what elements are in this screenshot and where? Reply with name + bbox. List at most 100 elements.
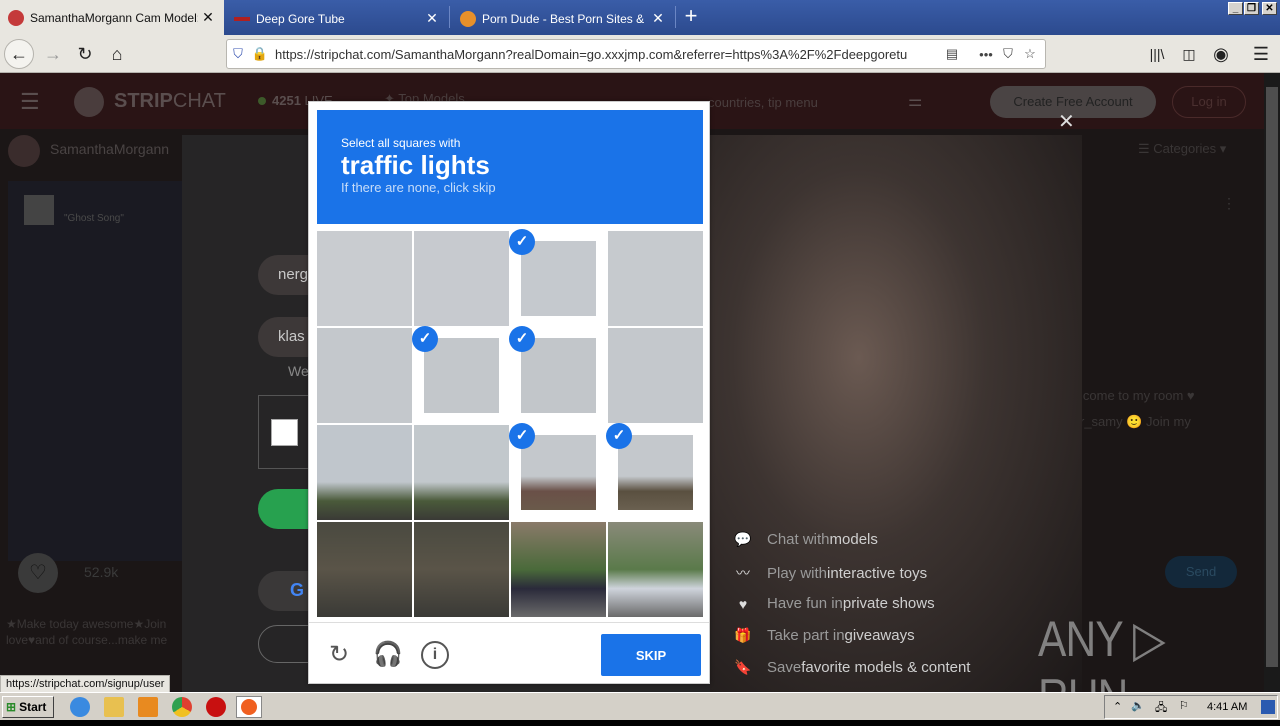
feature-item: 🎁 Take part in giveaways [734, 627, 915, 644]
audio-challenge-icon[interactable]: 🎧 [373, 641, 403, 669]
tab-deep-gore-tube[interactable]: Deep Gore Tube ✕ [226, 2, 448, 35]
close-tab-icon[interactable]: ✕ [648, 10, 668, 27]
explorer-icon[interactable] [104, 697, 124, 717]
captcha-tile[interactable] [317, 425, 412, 520]
recaptcha-challenge: Select all squares with traffic lights I… [308, 101, 710, 684]
reload-challenge-icon[interactable]: ↻ [325, 641, 353, 669]
gift-icon: 🎁 [734, 627, 752, 643]
taskbar: ⊞ Start ⌃ 🔈 🖧 ⚐ 4:41 AM [0, 692, 1280, 720]
ie-icon[interactable] [70, 697, 90, 717]
skip-button[interactable]: SKIP [601, 634, 701, 676]
reload-button[interactable]: ↻ [70, 39, 100, 69]
close-tab-icon[interactable]: ✕ [422, 10, 442, 27]
model-avatar[interactable] [8, 135, 40, 167]
bookmark-star-icon[interactable]: ☆ [1019, 46, 1041, 62]
captcha-tile[interactable] [511, 522, 606, 617]
scrollbar-thumb[interactable] [1266, 87, 1278, 667]
search-placeholder[interactable]: countries, tip menu [708, 95, 818, 110]
tab-stripchat[interactable]: SamanthaMorgann Cam Model: Fr ✕ [0, 0, 224, 35]
hamburger-menu-icon[interactable]: ☰ [20, 89, 40, 115]
more-options-icon[interactable]: ⋮ [1222, 195, 1236, 212]
status-bar-url: https://stripchat.com/signup/user [0, 675, 171, 693]
captcha-tile[interactable] [608, 522, 703, 617]
captcha-tile-image [317, 328, 412, 423]
back-button[interactable]: ← [4, 39, 34, 69]
video-player[interactable]: "Ghost Song" [8, 181, 182, 561]
site-logo[interactable]: STRIPCHAT [114, 90, 226, 113]
network-warning-icon[interactable]: 🖧 [1155, 699, 1167, 718]
windows-logo-icon: ⊞ [6, 700, 17, 714]
login-button[interactable]: Log in [1172, 86, 1246, 118]
show-hidden-icons[interactable]: ⌃ [1113, 700, 1122, 713]
recaptcha-checkbox[interactable] [271, 419, 298, 446]
media-player-icon[interactable] [138, 697, 158, 717]
like-heart-icon[interactable]: ♡ [18, 553, 58, 593]
pocket-icon[interactable]: ⛉ [997, 46, 1019, 62]
new-tab-button[interactable]: + [680, 4, 702, 30]
model-name[interactable]: SamanthaMorgann [50, 141, 169, 157]
captcha-image-grid: ✓ ✓ ✓ ✓ ✓ [317, 229, 703, 617]
captcha-tile[interactable] [317, 231, 412, 326]
close-window-button[interactable]: ✕ [1262, 2, 1277, 15]
captcha-tile[interactable]: ✓ [509, 326, 606, 423]
page-scrollbar[interactable] [1264, 73, 1280, 692]
captcha-tile-image [317, 231, 412, 326]
sidebar-icon: ◫ [1182, 45, 1196, 62]
captcha-tile[interactable] [414, 231, 509, 326]
start-button[interactable]: ⊞ Start [2, 696, 54, 718]
captcha-tile[interactable] [608, 328, 703, 423]
send-button[interactable]: Send [1165, 556, 1237, 588]
captcha-tile-image [317, 522, 412, 617]
menu-button[interactable]: ☰ [1246, 39, 1276, 69]
close-tab-icon[interactable]: ✕ [198, 9, 218, 26]
restore-button[interactable]: ❐ [1244, 2, 1259, 15]
clock[interactable]: 4:41 AM [1207, 701, 1247, 713]
album-art [24, 195, 54, 225]
reader-view-icon[interactable]: ▤ [941, 46, 963, 62]
library-icon: |||\ [1149, 46, 1165, 62]
captcha-tile[interactable] [414, 425, 509, 520]
captcha-tile[interactable]: ✓ [606, 423, 703, 520]
url-text[interactable]: https://stripchat.com/SamanthaMorgann?re… [271, 47, 941, 62]
captcha-tile[interactable] [317, 522, 412, 617]
volume-icon[interactable]: 🔈 [1131, 699, 1145, 712]
tab-porn-dude[interactable]: Porn Dude - Best Porn Sites & Free ✕ [452, 2, 674, 35]
info-icon[interactable]: i [421, 641, 449, 669]
captcha-tile-image [424, 338, 499, 413]
tab-title: SamanthaMorgann Cam Model: Fr [30, 10, 198, 25]
account-button[interactable]: ◉ [1206, 39, 1236, 69]
selected-check-icon: ✓ [509, 229, 535, 255]
captcha-tile[interactable]: ✓ [509, 423, 606, 520]
captcha-tile-image [511, 522, 606, 617]
forward-button[interactable]: → [38, 39, 68, 69]
captcha-tile[interactable]: ✓ [509, 229, 606, 326]
sidebar-button[interactable]: ◫ [1174, 39, 1204, 69]
chat-message-2: r_samy 🙂 Join my [1080, 414, 1191, 429]
firefox-taskbar-button[interactable] [236, 696, 262, 718]
library-button[interactable]: |||\ [1142, 39, 1172, 69]
chat-message-1: lcome to my room ♥ [1080, 388, 1195, 403]
bookmark-icon: 🔖 [734, 659, 752, 675]
captcha-tile[interactable] [414, 522, 509, 617]
filter-icon[interactable]: ⚌ [908, 91, 922, 111]
tracking-shield-icon[interactable]: ⛉ [227, 46, 249, 62]
action-center-flag-icon[interactable]: ⚐ [1179, 699, 1189, 712]
captcha-tile[interactable]: ✓ [412, 326, 509, 423]
close-modal-icon[interactable]: ✕ [1058, 109, 1075, 134]
url-bar[interactable]: ⛉ 🔒 https://stripchat.com/SamanthaMorgan… [226, 39, 1046, 69]
bio-line-2: love♥and of course...make me [6, 633, 168, 647]
page-actions-icon[interactable]: ••• [975, 47, 997, 62]
minimize-button[interactable]: _ [1228, 2, 1243, 15]
lock-icon[interactable]: 🔒 [249, 46, 271, 62]
feature-item: 🔖 Save favorite models & content [734, 659, 971, 676]
opera-icon[interactable] [206, 697, 226, 717]
captcha-tile[interactable] [608, 231, 703, 326]
feature-item: 💬 Chat with models [734, 531, 878, 548]
captcha-tile[interactable] [317, 328, 412, 423]
home-button[interactable]: ⌂ [102, 39, 132, 69]
chrome-icon[interactable] [172, 697, 192, 717]
categories-button[interactable]: ☰ Categories ▾ [1138, 141, 1226, 157]
show-desktop-button[interactable] [1261, 700, 1275, 714]
captcha-tile-image [618, 435, 693, 510]
captcha-hint: If there are none, click skip [341, 180, 496, 195]
